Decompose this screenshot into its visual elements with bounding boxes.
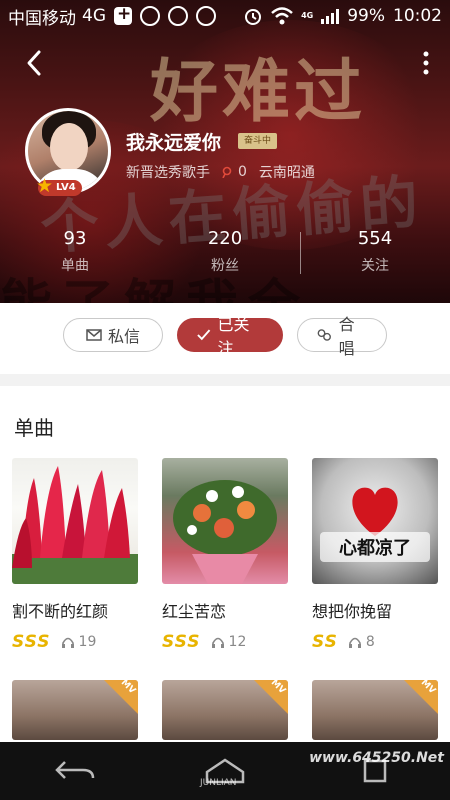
network-label: 4G <box>82 6 106 26</box>
mv-thumbnail[interactable]: MV <box>162 680 288 740</box>
battery-percent: 99% <box>347 6 385 26</box>
song-card[interactable]: 割不断的红颜 SSS 19 <box>12 458 138 652</box>
play-count: 19 <box>78 634 97 650</box>
back-arrow-icon <box>27 50 41 76</box>
stat-songs[interactable]: 93 单曲 <box>0 228 150 288</box>
headphones-icon <box>61 637 74 648</box>
bouquet-image <box>173 480 277 584</box>
headphones-icon <box>348 637 361 648</box>
song-grade: SS <box>312 632 338 652</box>
mv-card[interactable]: MV <box>312 680 438 740</box>
stat-label: 单曲 <box>61 258 89 274</box>
sync-icon <box>168 6 188 26</box>
screen: 好难过 个人在偷偷的 能了解我全 中国移动 4G 4G 99% 10:02 <box>0 0 450 800</box>
song-meta: SS 8 <box>312 632 438 652</box>
profile-actions: 私信 已关注 合唱 <box>0 315 450 358</box>
song-thumbnail[interactable] <box>162 458 288 584</box>
song-grade: SSS <box>162 632 201 652</box>
songs-section-title: 单曲 <box>14 416 54 440</box>
carrier-label: 中国移动 <box>8 8 76 29</box>
star-icon: ★ <box>36 175 54 197</box>
clock: 10:02 <box>393 6 442 26</box>
stat-value: 220 <box>207 228 243 249</box>
add-icon <box>114 4 132 25</box>
headphones-icon <box>211 637 224 648</box>
song-thumbnail[interactable] <box>12 458 138 584</box>
stat-fans[interactable]: 220 粉丝 <box>150 228 300 288</box>
red-flowers-image <box>12 466 138 584</box>
singer-title: 新晋选秀歌手 <box>126 165 210 181</box>
message-label: 私信 <box>107 327 140 346</box>
duet-button[interactable]: 合唱 <box>297 315 387 358</box>
mv-thumbnail[interactable]: MV <box>12 680 138 740</box>
song-title: 红尘苦恋 <box>162 602 227 621</box>
signal-icon <box>321 8 340 24</box>
stat-label: 粉丝 <box>211 258 239 274</box>
stat-following[interactable]: 554 关注 <box>300 228 450 288</box>
svg-text:心都凉了: 心都凉了 <box>339 537 411 559</box>
watermark-brand: JUNLIAN <box>200 778 237 788</box>
more-vertical-icon <box>423 51 429 75</box>
song-thumbnail[interactable]: 心都凉了 <box>312 458 438 584</box>
status-bar: 中国移动 4G 4G 99% 10:02 <box>0 0 450 32</box>
profile-count: 0 <box>238 164 247 180</box>
stat-label: 关注 <box>361 258 389 274</box>
song-card[interactable]: 心都凉了 想把你挽留 SS 8 <box>312 458 438 652</box>
mv-thumbnail[interactable]: MV <box>312 680 438 740</box>
profile-hero: 好难过 个人在偷偷的 能了解我全 中国移动 4G 4G 99% 10:02 <box>0 0 450 303</box>
signal-type: 4G <box>301 11 314 20</box>
wifi-icon <box>271 7 293 25</box>
profile-stats: 93 单曲 220 粉丝 554 关注 <box>0 228 450 288</box>
app-notification-icon <box>140 6 160 26</box>
back-button[interactable] <box>20 48 50 78</box>
hero-background-text: 好难过 <box>150 53 367 132</box>
section-divider <box>0 374 450 386</box>
alarm-icon <box>245 9 262 25</box>
song-meta: SSS 19 <box>12 632 138 652</box>
duet-label: 合唱 <box>338 315 355 358</box>
username: 我永远爱你 <box>126 132 222 154</box>
duet-icon <box>317 329 331 341</box>
mv-card[interactable]: MV <box>12 680 138 740</box>
mail-icon <box>86 329 102 341</box>
song-grade: SSS <box>12 632 51 652</box>
location-label: 云南昭通 <box>258 165 315 181</box>
song-title: 想把你挽留 <box>312 602 393 621</box>
message-button[interactable]: 私信 <box>63 318 163 352</box>
followed-label: 已关注 <box>217 315 250 358</box>
search-notification-icon <box>196 6 216 26</box>
song-meta: SSS 12 <box>162 632 288 652</box>
status-badge: 奋斗中 <box>238 133 278 149</box>
mv-card[interactable]: MV <box>162 680 288 740</box>
check-icon <box>197 329 211 341</box>
nav-back-icon <box>55 761 95 779</box>
stat-value: 554 <box>357 228 393 249</box>
nav-back-button[interactable] <box>45 751 105 791</box>
play-count: 12 <box>228 634 247 650</box>
location-pin-icon <box>222 166 232 178</box>
followed-button[interactable]: 已关注 <box>177 315 283 358</box>
profile-subinfo: 新晋选秀歌手 0 云南昭通 <box>126 162 315 182</box>
stat-value: 93 <box>63 228 87 249</box>
play-count: 8 <box>365 634 375 650</box>
watermark: www.645250.Net <box>309 750 444 766</box>
song-title: 割不断的红颜 <box>12 602 109 621</box>
heart-image: 心都凉了 <box>320 487 430 562</box>
song-card[interactable]: 红尘苦恋 SSS 12 <box>162 458 288 652</box>
level-badge: ★ LV4 <box>36 175 82 197</box>
more-options-button[interactable] <box>414 48 438 78</box>
